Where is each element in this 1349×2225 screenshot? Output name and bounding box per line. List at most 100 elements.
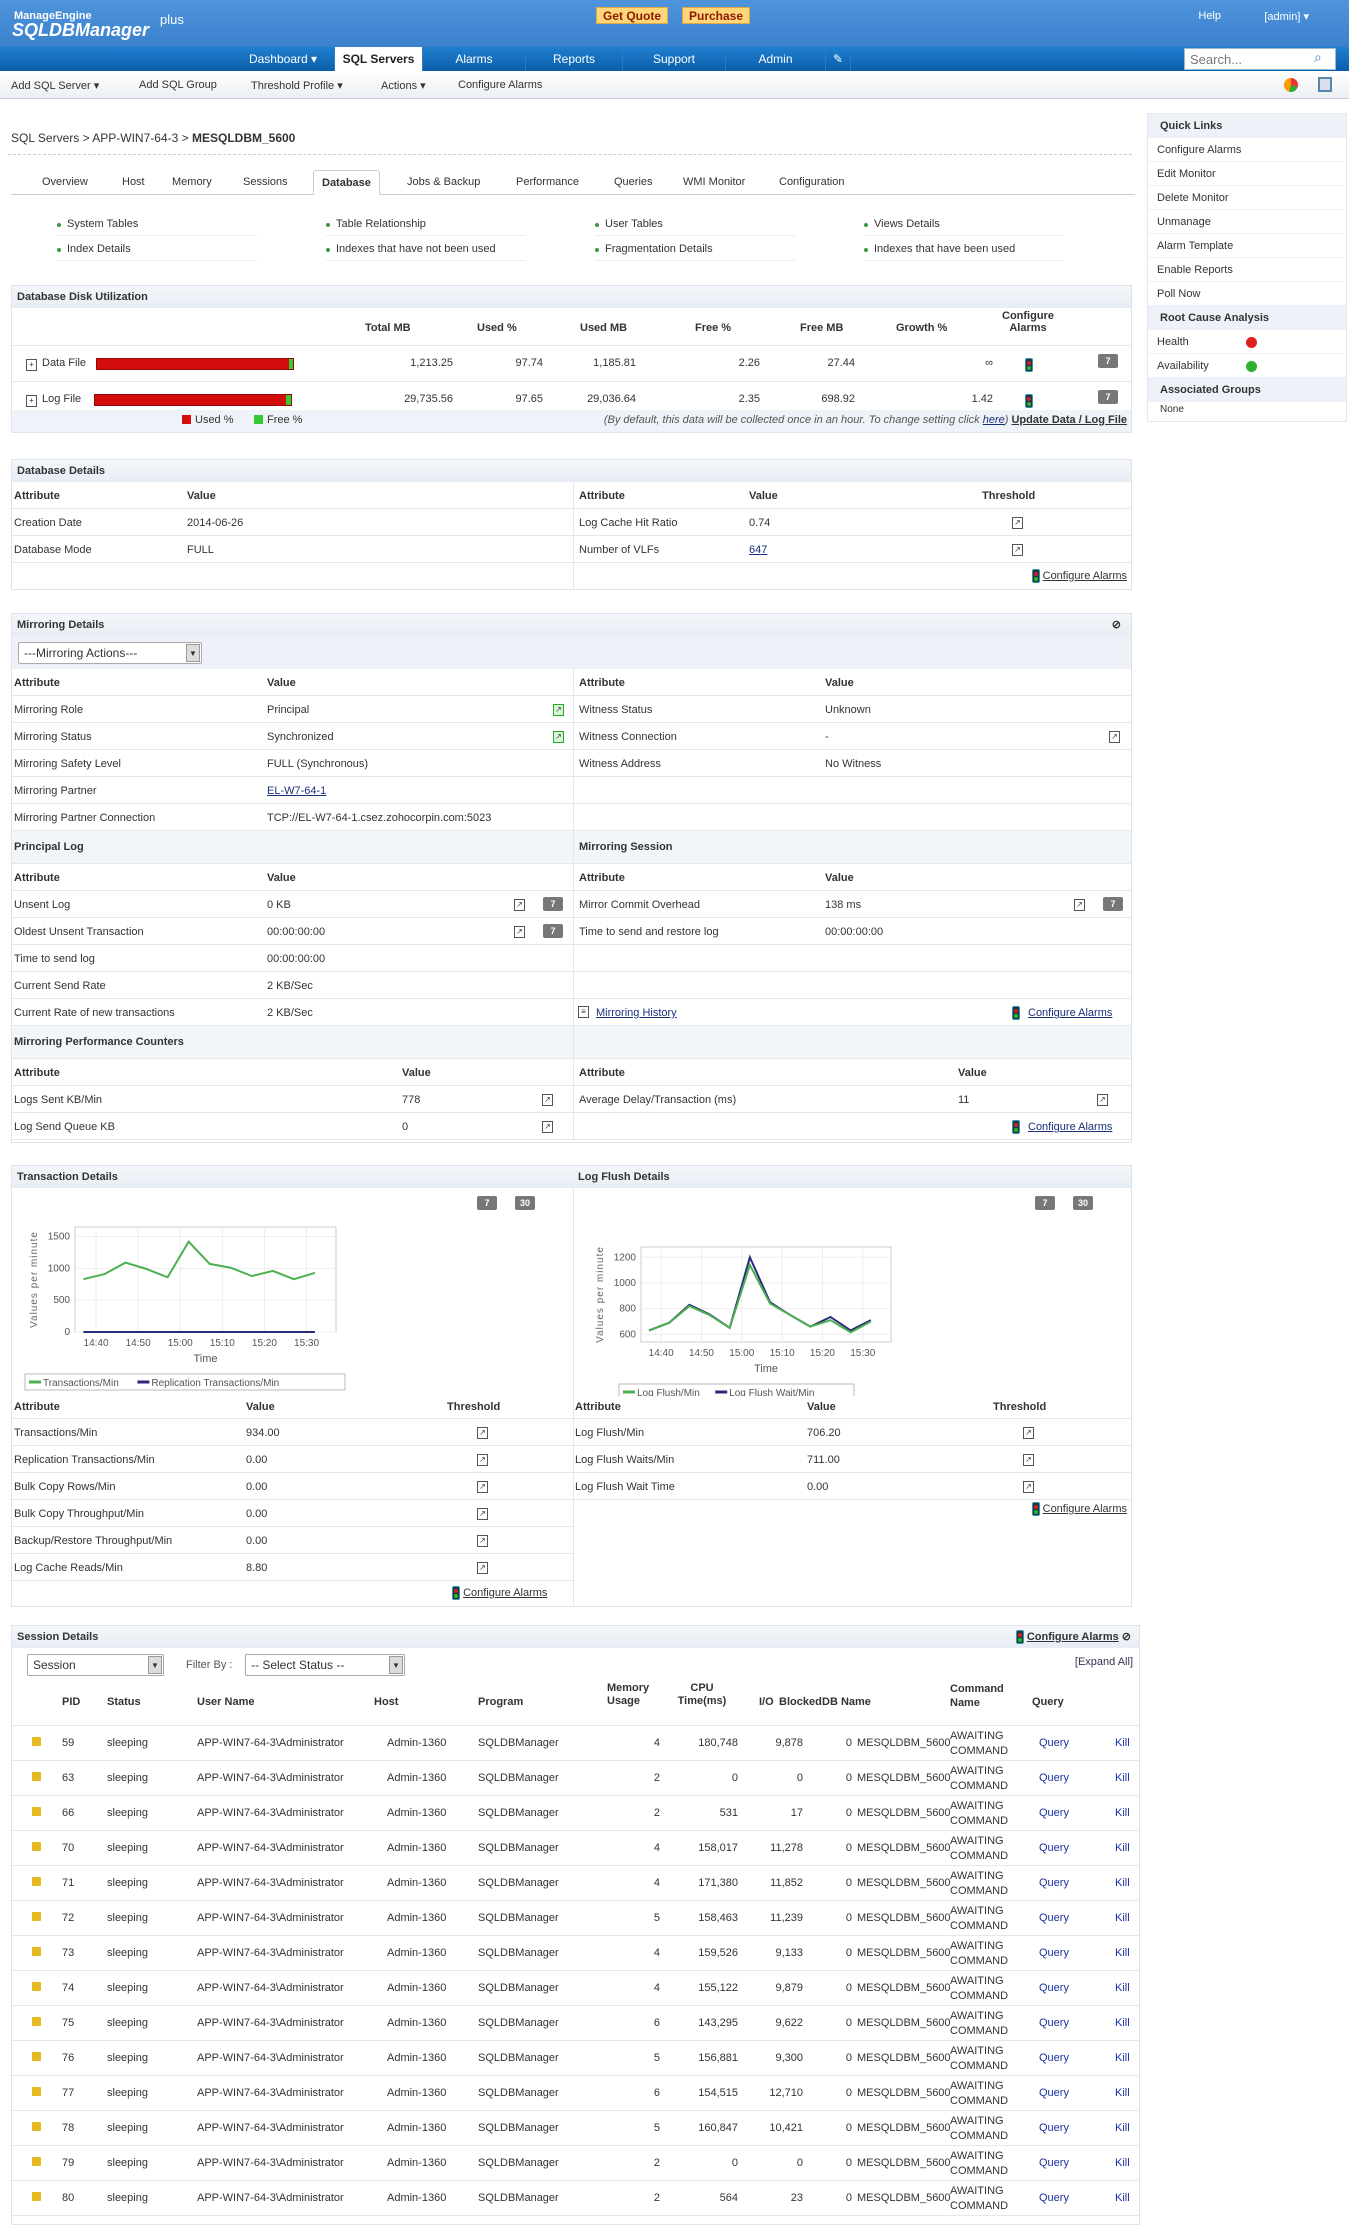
search-icon[interactable]: ⌕: [1314, 49, 1322, 66]
threshold-icon[interactable]: ↗: [1109, 731, 1120, 743]
threshold-icon[interactable]: ↗: [514, 899, 525, 911]
sidebar-link-edit-monitor[interactable]: Edit Monitor: [1148, 162, 1346, 186]
tab-performance[interactable]: Performance: [516, 176, 579, 188]
attr-value[interactable]: 647: [749, 544, 767, 556]
7-day-report-button[interactable]: 7: [543, 924, 563, 938]
tab-host[interactable]: Host: [122, 176, 145, 188]
query-link[interactable]: Query: [1039, 1737, 1069, 1749]
query-link[interactable]: Query: [1039, 1807, 1069, 1819]
query-link[interactable]: Query: [1039, 1947, 1069, 1959]
expand-all-link[interactable]: [Expand All]: [1075, 1656, 1133, 1668]
nav-sql-servers[interactable]: SQL Servers: [335, 47, 423, 71]
traffic-light-icon[interactable]: [1012, 1006, 1020, 1020]
configure-alarms-link[interactable]: Configure Alarms: [1028, 1007, 1112, 1019]
threshold-icon[interactable]: ↗: [477, 1508, 488, 1520]
threshold-icon[interactable]: ↗: [1023, 1427, 1034, 1439]
7-day-report-button[interactable]: 7: [543, 897, 563, 911]
breadcrumb-server[interactable]: APP-WIN7-64-3: [92, 131, 178, 145]
session-view-select[interactable]: Session ▼: [27, 1654, 164, 1676]
link-fragmentation-details[interactable]: Fragmentation Details: [595, 243, 795, 261]
health-status[interactable]: Health: [1148, 330, 1346, 354]
disable-icon[interactable]: ⊘: [1122, 1631, 1131, 1643]
tab-wmi-monitor[interactable]: WMI Monitor: [683, 176, 745, 188]
query-link[interactable]: Query: [1039, 2087, 1069, 2099]
kill-link[interactable]: Kill: [1115, 1842, 1130, 1854]
query-link[interactable]: Query: [1039, 2017, 1069, 2029]
query-link[interactable]: Query: [1039, 2052, 1069, 2064]
mirroring-history-link[interactable]: Mirroring History: [596, 1007, 677, 1019]
threshold-icon[interactable]: ↗: [1074, 899, 1085, 911]
7-day-report-button[interactable]: 7: [1098, 390, 1118, 404]
configure-alarms-link[interactable]: Configure Alarms: [1028, 1121, 1112, 1133]
nav-alarms[interactable]: Alarms: [423, 47, 526, 71]
tab-database[interactable]: Database: [313, 170, 380, 195]
threshold-icon[interactable]: ↗: [553, 704, 564, 716]
sidebar-link-poll-now[interactable]: Poll Now: [1148, 282, 1346, 306]
configure-alarm-icon[interactable]: [1025, 358, 1033, 372]
threshold-icon[interactable]: ↗: [1012, 544, 1023, 556]
kill-link[interactable]: Kill: [1115, 1912, 1130, 1924]
kill-link[interactable]: Kill: [1115, 1772, 1130, 1784]
sidebar-link-configure-alarms[interactable]: Configure Alarms: [1148, 138, 1346, 162]
threshold-icon[interactable]: ↗: [542, 1094, 553, 1106]
status-filter-select[interactable]: -- Select Status -- ▼: [245, 1654, 405, 1676]
add-sql-server-menu[interactable]: Add SQL Server ▾: [11, 79, 99, 92]
threshold-icon[interactable]: ↗: [477, 1535, 488, 1547]
query-link[interactable]: Query: [1039, 2192, 1069, 2204]
threshold-icon[interactable]: ↗: [542, 1121, 553, 1133]
nav-dashboard[interactable]: Dashboard ▾: [232, 47, 335, 71]
threshold-icon[interactable]: ↗: [477, 1454, 488, 1466]
threshold-icon[interactable]: ↗: [477, 1427, 488, 1439]
sidebar-link-enable-reports[interactable]: Enable Reports: [1148, 258, 1346, 282]
kill-link[interactable]: Kill: [1115, 1982, 1130, 1994]
query-link[interactable]: Query: [1039, 2157, 1069, 2169]
sidebar-link-alarm-template[interactable]: Alarm Template: [1148, 234, 1346, 258]
kill-link[interactable]: Kill: [1115, 2122, 1130, 2134]
7-day-report-button[interactable]: 7: [477, 1196, 497, 1210]
user-menu[interactable]: [admin] ▾: [1264, 10, 1309, 23]
7-day-report-button[interactable]: 7: [1035, 1196, 1055, 1210]
chart-icon[interactable]: [1284, 78, 1298, 92]
availability-status[interactable]: Availability: [1148, 354, 1346, 378]
configure-alarms-button[interactable]: Configure Alarms: [458, 79, 542, 91]
query-link[interactable]: Query: [1039, 1982, 1069, 1994]
kill-link[interactable]: Kill: [1115, 2087, 1130, 2099]
30-day-report-button[interactable]: 30: [515, 1196, 535, 1210]
configure-alarms-link[interactable]: Configure Alarms: [1043, 1503, 1127, 1515]
configure-alarms-link[interactable]: Configure Alarms: [1027, 1631, 1119, 1643]
threshold-icon[interactable]: ↗: [514, 926, 525, 938]
7-day-report-button[interactable]: 7: [1098, 354, 1118, 368]
7-day-report-button[interactable]: 7: [1103, 897, 1123, 911]
print-icon[interactable]: [1318, 77, 1332, 92]
link-table-relationship[interactable]: Table Relationship: [326, 218, 526, 236]
tab-overview[interactable]: Overview: [42, 176, 88, 188]
kill-link[interactable]: Kill: [1115, 1807, 1130, 1819]
sidebar-link-delete-monitor[interactable]: Delete Monitor: [1148, 186, 1346, 210]
sidebar-link-unmanage[interactable]: Unmanage: [1148, 210, 1346, 234]
threshold-icon[interactable]: ↗: [1097, 1094, 1108, 1106]
kill-link[interactable]: Kill: [1115, 1877, 1130, 1889]
query-link[interactable]: Query: [1039, 1772, 1069, 1784]
threshold-icon[interactable]: ↗: [1012, 517, 1023, 529]
threshold-icon[interactable]: ↗: [1023, 1481, 1034, 1493]
tab-jobs-backup[interactable]: Jobs & Backup: [407, 176, 480, 188]
get-quote-button[interactable]: Get Quote: [596, 7, 669, 24]
kill-link[interactable]: Kill: [1115, 1947, 1130, 1959]
link-unused-indexes[interactable]: Indexes that have not been used: [326, 243, 526, 261]
threshold-icon[interactable]: ↗: [1023, 1454, 1034, 1466]
update-data-link[interactable]: Update Data / Log File: [1011, 414, 1127, 426]
history-icon[interactable]: ≡: [578, 1006, 589, 1018]
notes-icon[interactable]: ✎: [826, 47, 851, 71]
query-link[interactable]: Query: [1039, 2122, 1069, 2134]
threshold-profile-menu[interactable]: Threshold Profile ▾: [251, 79, 343, 92]
tab-configuration[interactable]: Configuration: [779, 176, 844, 188]
breadcrumb-sql-servers[interactable]: SQL Servers: [11, 131, 79, 145]
threshold-icon[interactable]: ↗: [477, 1481, 488, 1493]
nav-reports[interactable]: Reports: [526, 47, 623, 71]
attr-value[interactable]: EL-W7-64-1: [267, 785, 326, 797]
kill-link[interactable]: Kill: [1115, 2157, 1130, 2169]
expand-icon[interactable]: +: [26, 395, 37, 407]
actions-menu[interactable]: Actions ▾: [381, 79, 426, 92]
kill-link[interactable]: Kill: [1115, 2052, 1130, 2064]
configure-alarms-link[interactable]: Configure Alarms: [463, 1587, 547, 1599]
